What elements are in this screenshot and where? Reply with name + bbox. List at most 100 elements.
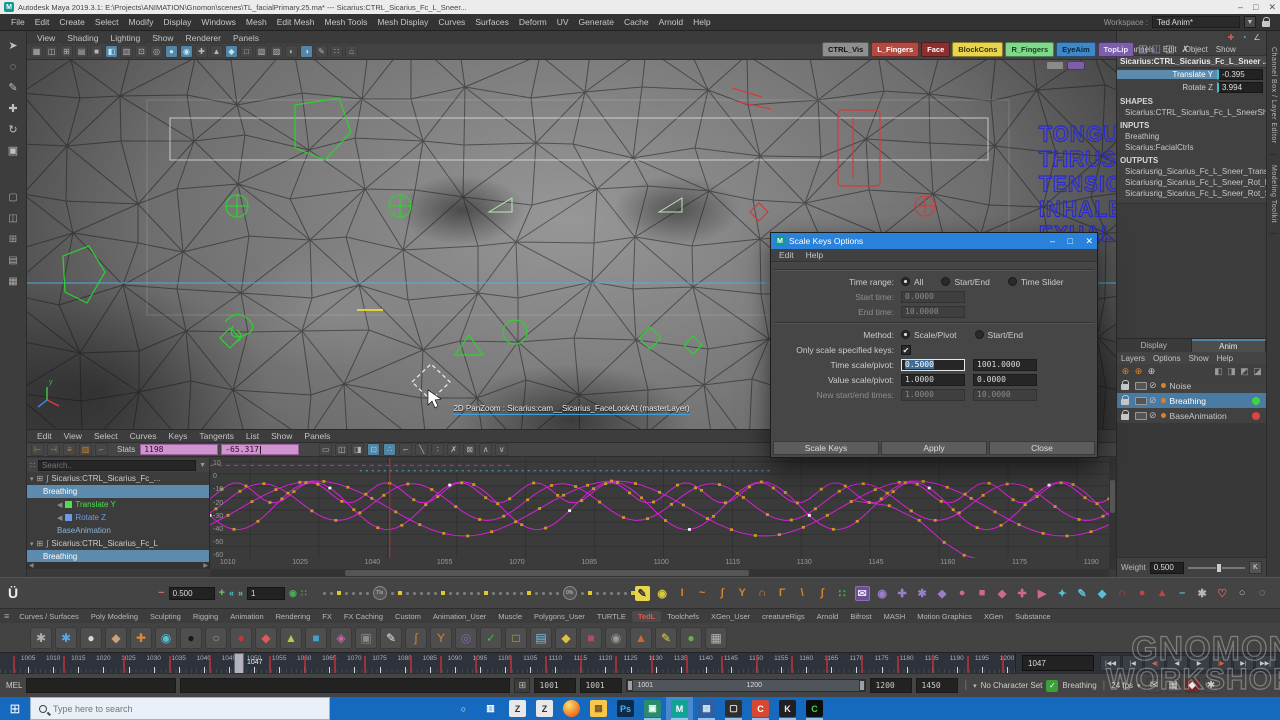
viewport-toolbar-8-icon[interactable]: ◎ — [150, 45, 163, 58]
menu-lighting[interactable]: Lighting — [104, 33, 146, 43]
taskbar-task-view[interactable]: ▥ — [477, 697, 504, 720]
shelf-icon-4[interactable]: ✚ — [130, 627, 152, 649]
layer-add-1-icon[interactable]: ⊕ — [1133, 366, 1144, 377]
shelf-tab-fx[interactable]: FX — [316, 611, 338, 622]
weight-slider-handle[interactable] — [1216, 563, 1222, 573]
anim-toolbar-28-icon[interactable]: ✱ — [1195, 586, 1210, 601]
script-editor-icon[interactable]: ⊞ — [514, 678, 530, 693]
increment-button[interactable]: + — [219, 587, 225, 599]
channel-row-translate-y[interactable]: Translate Y-0.395 — [1117, 68, 1266, 81]
shelf-tab-fx-caching[interactable]: FX Caching — [338, 611, 389, 622]
chevron-down-icon[interactable]: ▾ — [1137, 682, 1141, 690]
shelf-icon-3[interactable]: ◆ — [105, 627, 127, 649]
shelf-tab-custom[interactable]: Custom — [389, 611, 427, 622]
shelf-icon-22[interactable]: ■ — [580, 627, 602, 649]
shelf-icon-23[interactable]: ◉ — [605, 627, 627, 649]
viewport-panel-icon-2[interactable]: ◫ — [1165, 44, 1174, 55]
anim-toolbar-11-icon[interactable]: ✉ — [855, 586, 870, 601]
grid-dots-icon[interactable]: ∷ — [301, 588, 307, 599]
mel-input[interactable] — [26, 678, 176, 693]
frame-step-field[interactable]: 1 — [247, 587, 285, 600]
lock-icon[interactable] — [1121, 384, 1129, 390]
shelf-tab-poly-modeling[interactable]: Poly Modeling — [85, 611, 144, 622]
shelf-icon-0[interactable]: ✱ — [30, 627, 52, 649]
layer-add-2-icon[interactable]: ⊕ — [1146, 366, 1157, 377]
range-handle-left[interactable] — [627, 680, 633, 691]
anim-toolbar-17-icon[interactable]: ■ — [975, 586, 990, 601]
time-range-option-all[interactable]: All — [901, 277, 923, 287]
anim-toolbar-25-icon[interactable]: ● — [1135, 586, 1150, 601]
menu-deform[interactable]: Deform — [514, 16, 552, 28]
control-chip-purple[interactable] — [1067, 61, 1085, 70]
shelf-icon-24[interactable]: ▲ — [630, 627, 652, 649]
shelf-icon-9[interactable]: ◆ — [255, 627, 277, 649]
apply-button[interactable]: Apply — [881, 441, 987, 455]
shelf-icon-18[interactable]: ✓ — [480, 627, 502, 649]
viewport-toolbar-13-icon[interactable]: ◆ — [225, 45, 238, 58]
layer-box-icon[interactable] — [1135, 412, 1147, 420]
menu-keys[interactable]: Keys — [163, 431, 194, 441]
anim-toolbar-2-icon[interactable]: I — [675, 586, 690, 601]
shelf-icon-5[interactable]: ◉ — [155, 627, 177, 649]
control-curve-diamond-left[interactable] — [220, 328, 240, 348]
paint-select-tool[interactable]: ✎ — [3, 78, 24, 97]
menu-renderer[interactable]: Renderer — [180, 33, 227, 43]
viewport-toolbar-2-icon[interactable]: ⊞ — [60, 45, 73, 58]
animation-preferences-icon[interactable]: ✱ — [1204, 678, 1219, 693]
search-input[interactable] — [38, 460, 196, 471]
anim-toolbar-27-icon[interactable]: – — [1175, 586, 1190, 601]
anim-toolbar-22-icon[interactable]: ✎ — [1075, 586, 1090, 601]
viewport-toolbar-17-icon[interactable]: ◐ — [285, 45, 298, 58]
shelf-tab-animation-user[interactable]: Animation_User — [427, 611, 492, 622]
control-curve-diamond-2[interactable] — [684, 336, 702, 354]
layer-row-noise[interactable]: ⊘Noise — [1117, 378, 1266, 393]
menu-view[interactable]: View — [31, 33, 61, 43]
weight-slider[interactable] — [1188, 567, 1245, 569]
weight-key-button[interactable]: K — [1249, 561, 1262, 574]
workspace-value[interactable]: Ted Anim* — [1152, 16, 1240, 28]
shelf-icon-26[interactable]: ● — [680, 627, 702, 649]
playback-end-field[interactable]: 1200 — [870, 678, 912, 693]
menu-layers[interactable]: Layers — [1117, 354, 1149, 363]
taskbar-photoshop[interactable]: Ps — [612, 697, 639, 720]
viewport-toolbar-20-icon[interactable]: ∷ — [330, 45, 343, 58]
node-sicarius-ctrl-sicarius-fc-l-sneershape[interactable]: Sicarius:CTRL_Sicarius_Fc_L_SneerShape — [1117, 107, 1266, 118]
menu-help[interactable]: Help — [1213, 354, 1237, 363]
shelf-icon-15[interactable]: ∫ — [405, 627, 427, 649]
shelf-icon-12[interactable]: ◈ — [330, 627, 352, 649]
viewport-toolbar-6-icon[interactable]: ▥ — [120, 45, 133, 58]
anim-toolbar-14-icon[interactable]: ✱ — [915, 586, 930, 601]
shelf-tab-rigging[interactable]: Rigging — [187, 611, 224, 622]
minimize-button[interactable]: – — [1238, 2, 1243, 12]
graph-tool-4-icon[interactable]: ⌐ — [95, 443, 108, 456]
layer-move-2-icon[interactable]: ◩ — [1239, 366, 1250, 377]
layout-preset-0[interactable]: ▢ — [3, 188, 24, 207]
power-icon[interactable]: ◉ — [289, 588, 297, 599]
menu-show[interactable]: Show — [1212, 45, 1240, 54]
viewport-toolbar-19-icon[interactable]: ✎ — [315, 45, 328, 58]
chevron-down-icon[interactable]: ▾ — [973, 682, 977, 690]
taskbar-photos[interactable]: ▦ — [693, 697, 720, 720]
shelf-tab-toolchefs[interactable]: Toolchefs — [661, 611, 705, 622]
dialog-close-button[interactable]: ✕ — [1085, 236, 1093, 246]
control-curve-triangle-bottom[interactable] — [455, 335, 483, 355]
tab-display[interactable]: Display — [1117, 339, 1192, 352]
shelf-icon-7[interactable]: ○ — [205, 627, 227, 649]
menu-mesh[interactable]: Mesh — [241, 16, 272, 28]
anim-toolbar-23-icon[interactable]: ◆ — [1095, 586, 1110, 601]
layer-move-3-icon[interactable]: ◪ — [1252, 366, 1263, 377]
rotate-tool[interactable]: ↻ — [3, 120, 24, 139]
menu-help[interactable]: Help — [800, 250, 829, 260]
viewport-toolbar-7-icon[interactable]: ⊡ — [135, 45, 148, 58]
shelf-icon-20[interactable]: ▤ — [530, 627, 552, 649]
shelf-tab-turtle[interactable]: TURTLE — [591, 611, 632, 622]
scale-keys-button[interactable]: Scale Keys — [773, 441, 879, 455]
decrement-button[interactable]: − — [158, 587, 164, 599]
menu-mesh-display[interactable]: Mesh Display — [372, 16, 433, 28]
shelf-icon-6[interactable]: ● — [180, 627, 202, 649]
time-range-option-time-slider[interactable]: Time Slider — [1008, 277, 1064, 287]
shelf-tab-tedl[interactable]: TedL — [632, 611, 661, 622]
menu-edit[interactable]: Edit — [773, 250, 800, 260]
chevron-down-icon[interactable]: ▼ — [1244, 16, 1256, 28]
step-value-field[interactable]: 0.500 — [169, 587, 215, 600]
